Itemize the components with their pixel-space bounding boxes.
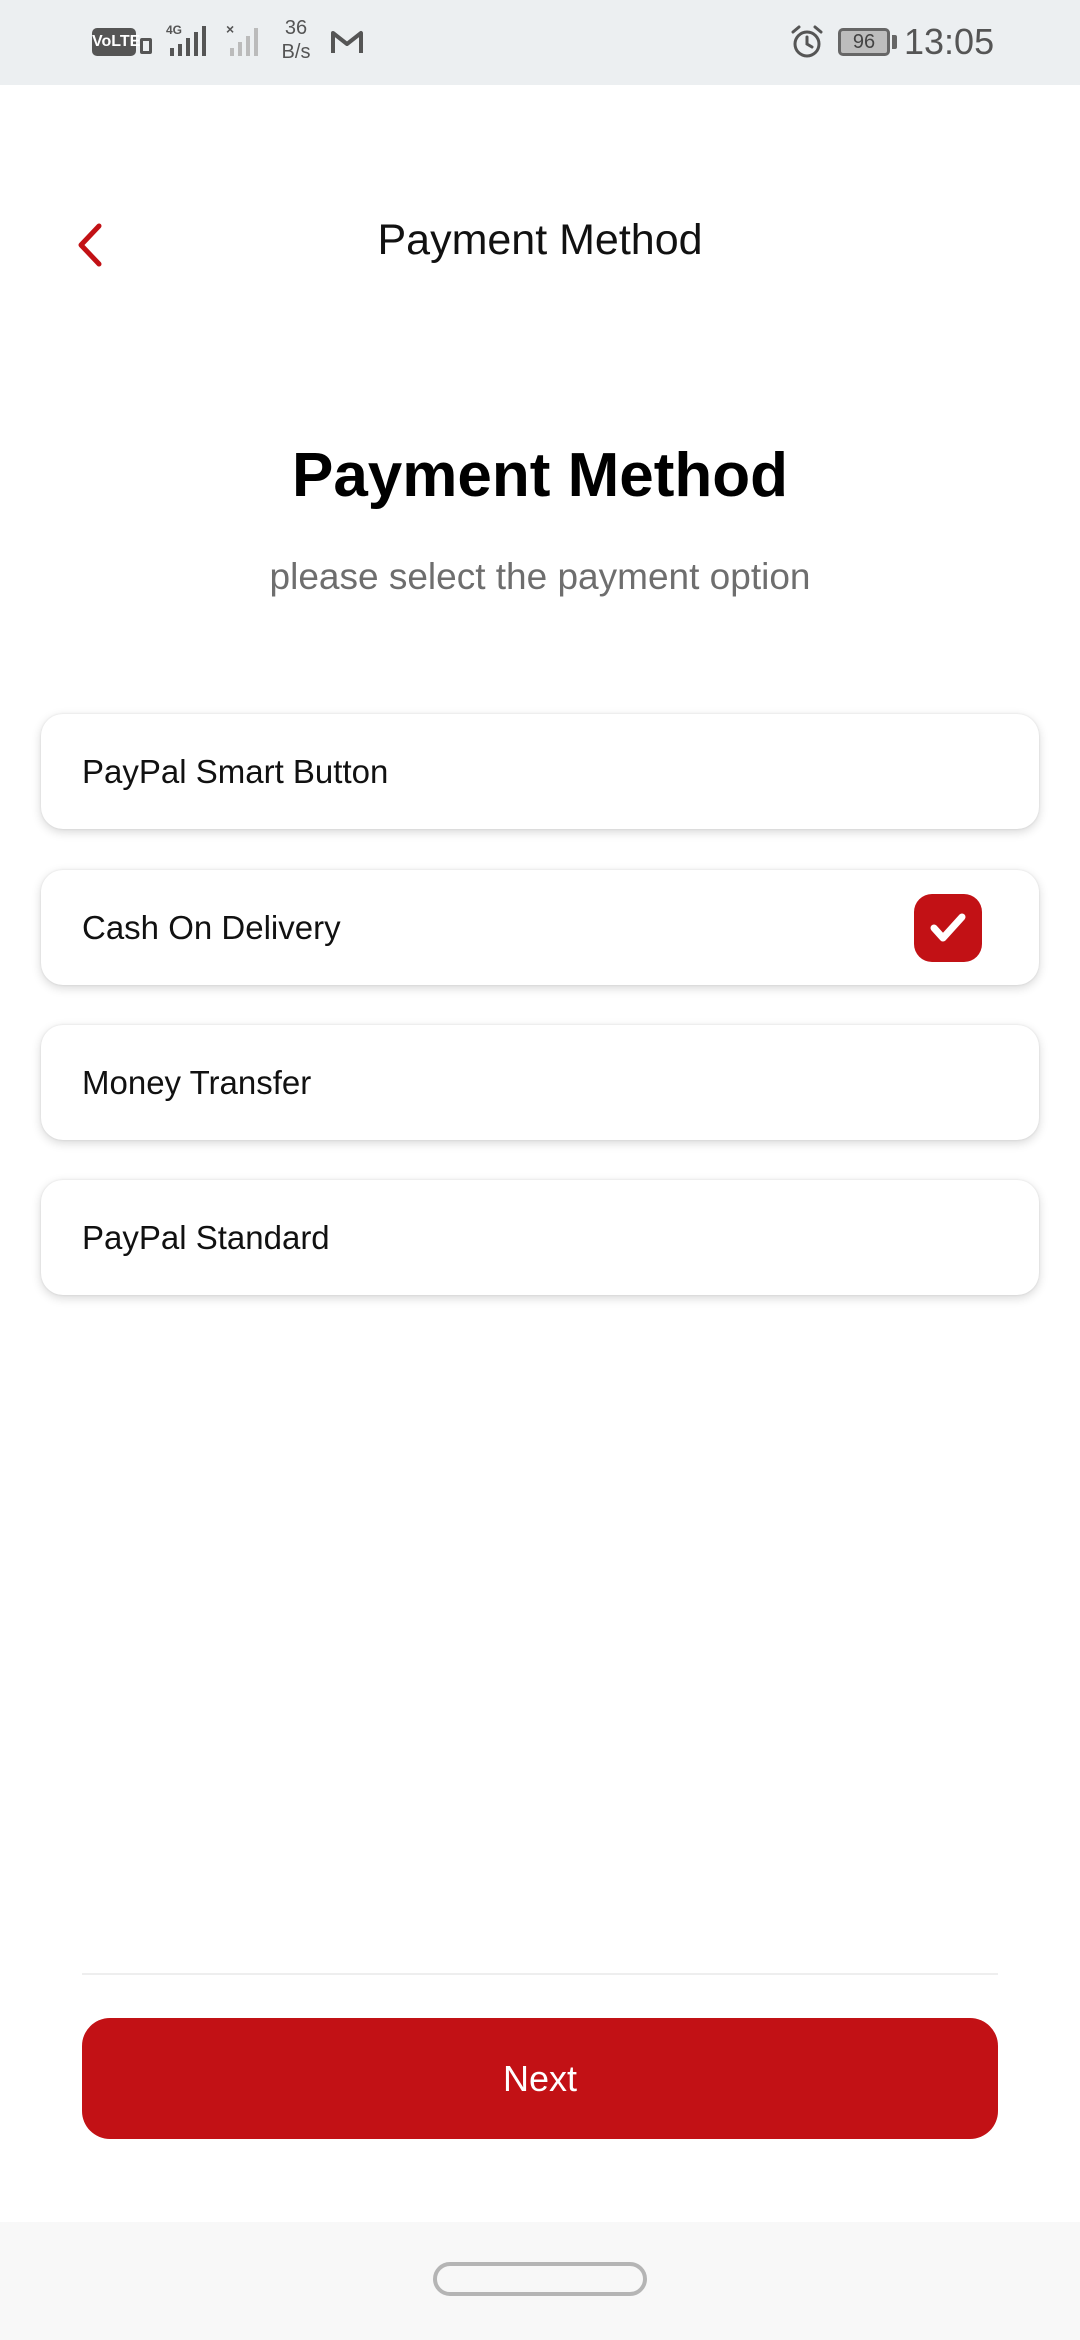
network-speed: 36 B/s: [276, 16, 316, 64]
option-label: PayPal Smart Button: [82, 753, 389, 790]
navigation-bar: [0, 2222, 1080, 2340]
svg-text:4G: 4G: [166, 23, 182, 37]
battery-tip: [892, 35, 897, 49]
option-label: Cash On Delivery: [82, 909, 341, 946]
volte-tab-icon: [140, 38, 152, 54]
alarm-icon: [791, 25, 823, 58]
option-label: PayPal Standard: [82, 1219, 330, 1256]
next-button[interactable]: Next: [82, 2018, 998, 2139]
page-title: Payment Method: [291, 441, 789, 510]
payment-option-money-transfer[interactable]: Money Transfer: [41, 1025, 1039, 1140]
payment-option-paypal-smart-button[interactable]: PayPal Smart Button: [41, 714, 1039, 829]
header-title: Payment Method: [377, 216, 703, 264]
footer-divider: [82, 1973, 998, 1975]
selected-checkbox[interactable]: [914, 894, 982, 962]
volte-indicator: VoLTE: [92, 28, 140, 56]
gmail-icon: [331, 31, 363, 53]
svg-text:×: ×: [226, 22, 234, 37]
page-subtitle: please select the payment option: [269, 556, 811, 597]
payment-option-cash-on-delivery[interactable]: Cash On Delivery: [41, 870, 1039, 985]
signal-no-sim-icon: ×: [226, 22, 258, 56]
status-bar: VoLTE 4G × 36 B/s 96 13:05: [0, 0, 1080, 85]
checkmark-icon: [930, 913, 966, 942]
status-time: 13:05: [904, 21, 995, 62]
network-speed-value: 36: [284, 17, 308, 39]
payment-option-paypal-standard[interactable]: PayPal Standard: [41, 1180, 1039, 1295]
option-label: Money Transfer: [82, 1064, 312, 1101]
network-speed-unit: B/s: [281, 41, 311, 63]
signal-4g-icon: 4G: [166, 23, 206, 56]
home-gesture-pill[interactable]: [433, 2262, 647, 2296]
battery-icon: 96: [838, 28, 890, 56]
